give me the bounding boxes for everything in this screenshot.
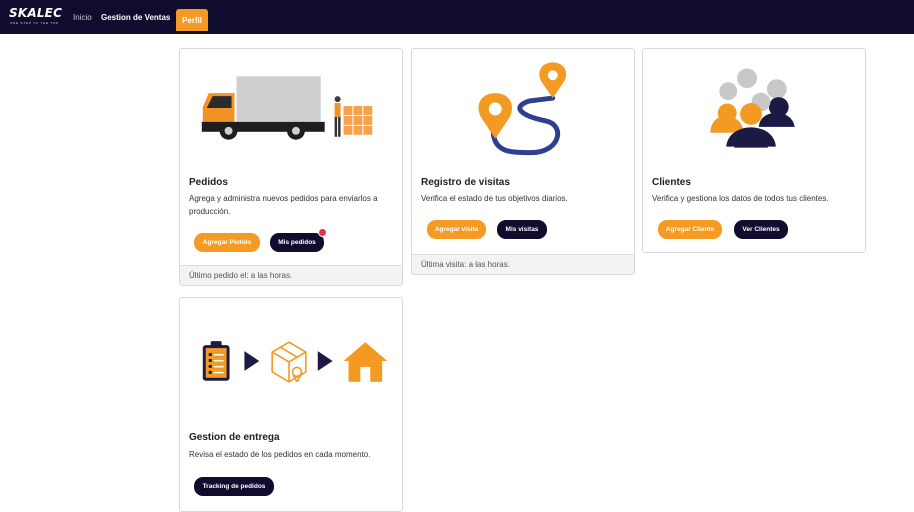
card-description: Verifica y gestiona los datos de todos t… [652, 194, 829, 203]
card-registro-visitas: Registro de visitas Verifica el estado d… [411, 48, 635, 275]
card-footer: Última visita: a las horas. [412, 254, 634, 274]
card-clientes: Clientes Verifica y gestiona los datos d… [642, 48, 866, 253]
notification-badge [318, 228, 327, 237]
agregar-visita-button[interactable]: Agregar visita [427, 220, 486, 239]
nav-inicio[interactable]: Inicio [73, 0, 92, 34]
agregar-cliente-button[interactable]: Agregar Cliente [658, 220, 722, 239]
card-description: Revisa el estado de los pedidos en cada … [189, 450, 371, 459]
clipboard-icon [202, 341, 230, 381]
users-group-icon [710, 68, 795, 148]
route-pins-icon [478, 62, 567, 156]
delivery-flow-illustration [202, 341, 388, 383]
mis-pedidos-button[interactable]: Mis pedidos [270, 233, 324, 252]
nav-gestion-ventas[interactable]: Gestion de Ventas [101, 0, 170, 34]
card-description: Verifica el estado de tus objetivos diar… [421, 194, 568, 203]
brand-logo[interactable]: SKALEC ONE STEP TO THE TOP [9, 6, 65, 30]
mis-visitas-button[interactable]: Mis visitas [497, 220, 547, 239]
ver-clientes-button[interactable]: Ver Clientes [734, 220, 788, 239]
truck-icon [201, 76, 373, 140]
card-title: Clientes [652, 177, 691, 188]
card-footer: Último pedido el: a las horas. [180, 265, 402, 285]
nav-perfil[interactable]: Perfil [176, 9, 209, 31]
card-title: Gestion de entrega [189, 432, 280, 443]
card-title: Pedidos [189, 177, 228, 188]
card-pedidos: Pedidos Agrega y administra nuevos pedid… [179, 48, 403, 286]
card-description: Agrega y administra nuevos pedidos para … [189, 194, 378, 216]
chevron-right-icon [317, 351, 333, 371]
agregar-pedido-button[interactable]: Agregar Pedido [194, 233, 260, 252]
chevron-right-icon [244, 351, 260, 371]
brand-name: SKALEC [9, 6, 63, 20]
package-icon [271, 341, 307, 383]
tracking-pedidos-button[interactable]: Tracking de pedidos [194, 477, 274, 496]
house-icon [343, 342, 388, 382]
card-gestion-entrega: Gestion de entrega Revisa el estado de l… [179, 297, 403, 512]
card-title: Registro de visitas [421, 177, 510, 188]
top-navbar: SKALEC ONE STEP TO THE TOP Inicio Gestio… [0, 0, 914, 34]
brand-tagline: ONE STEP TO THE TOP [10, 21, 59, 25]
